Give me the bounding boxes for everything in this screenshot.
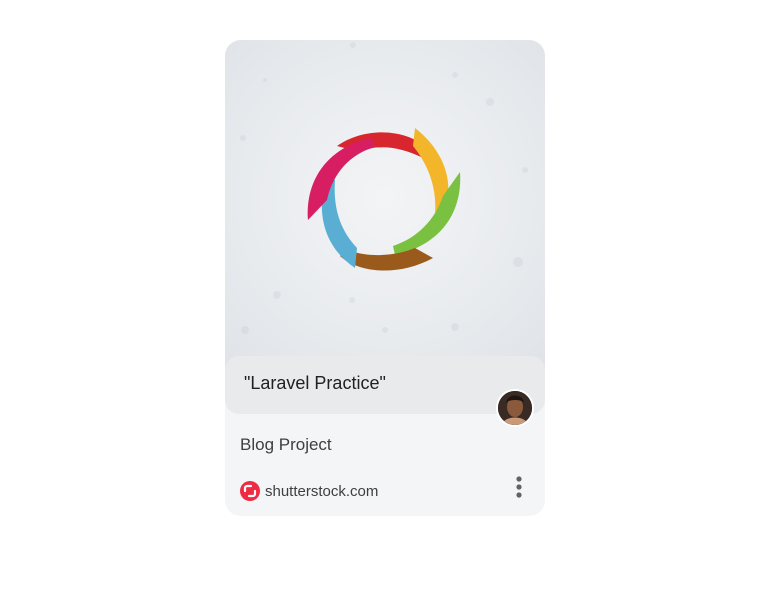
result-thumbnail[interactable] (225, 40, 545, 370)
shutterstock-logo-icon (240, 481, 260, 501)
result-title[interactable]: Blog Project (240, 435, 332, 455)
source-domain: shutterstock.com (265, 482, 379, 500)
more-vertical-icon (516, 476, 522, 498)
caption-text: "Laravel Practice" (244, 373, 386, 393)
source-link[interactable]: shutterstock.com (240, 480, 378, 502)
more-options-button[interactable] (507, 473, 531, 501)
avatar-image (498, 391, 532, 425)
pinwheel-logo-image (240, 42, 528, 334)
avatar[interactable] (496, 389, 534, 427)
result-card[interactable]: "Laravel Practice" Blog Project shutters… (225, 40, 545, 516)
